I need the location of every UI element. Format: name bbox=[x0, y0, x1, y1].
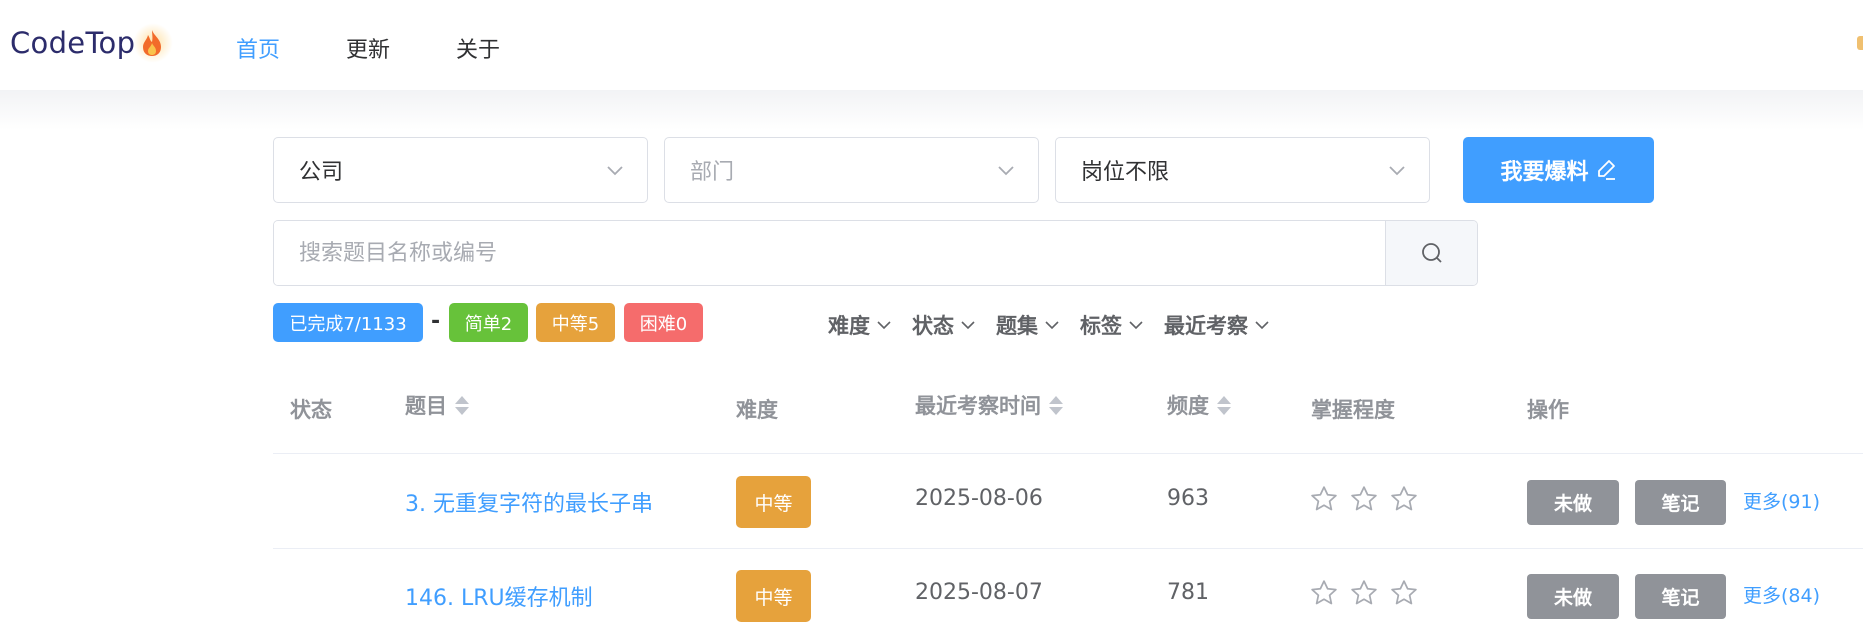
chevron-down-icon bbox=[607, 166, 623, 176]
hard-count: 困难0 bbox=[639, 313, 688, 335]
chevron-down-icon bbox=[877, 321, 891, 330]
report-button[interactable]: 我要爆料 bbox=[1463, 137, 1654, 203]
report-button-label: 我要爆料 bbox=[1500, 160, 1589, 185]
easy-tag: 简单2 bbox=[449, 303, 528, 342]
search-button[interactable] bbox=[1385, 221, 1477, 285]
medium-count: 中等5 bbox=[551, 313, 600, 335]
filter-tags[interactable]: 标签 bbox=[1080, 310, 1144, 340]
problem-title-link[interactable]: 146. LRU缓存机制 bbox=[405, 580, 593, 612]
star-icon[interactable] bbox=[1349, 578, 1379, 608]
sort-icon[interactable] bbox=[1049, 395, 1063, 415]
header-title[interactable]: 题目 bbox=[405, 390, 469, 420]
header-actions: 操作 bbox=[1527, 394, 1569, 424]
easy-count: 简单2 bbox=[464, 313, 513, 335]
flame-icon bbox=[133, 23, 174, 63]
filter-problemset[interactable]: 题集 bbox=[996, 310, 1060, 340]
completed-tag: 已完成7/1133 bbox=[273, 303, 423, 342]
header-actions-label: 操作 bbox=[1527, 398, 1569, 422]
header-shadow bbox=[0, 90, 1863, 130]
company-select[interactable]: 公司 bbox=[273, 137, 648, 203]
mark-todo-label: 未做 bbox=[1553, 493, 1592, 515]
difficulty-badge-label: 中等 bbox=[754, 586, 793, 609]
department-select[interactable]: 部门 bbox=[664, 137, 1039, 203]
filter-status-label: 状态 bbox=[912, 314, 954, 338]
filter-recent[interactable]: 最近考察 bbox=[1164, 310, 1270, 340]
star-icon[interactable] bbox=[1349, 484, 1379, 514]
sort-icon[interactable] bbox=[455, 395, 469, 415]
difficulty-badge-label: 中等 bbox=[754, 492, 793, 515]
mark-todo-button[interactable]: 未做 bbox=[1527, 480, 1619, 525]
last-seen-date: 2025-08-07 bbox=[915, 580, 1043, 605]
star-icon[interactable] bbox=[1389, 578, 1419, 608]
filter-difficulty-label: 难度 bbox=[828, 314, 870, 338]
filter-problemset-label: 题集 bbox=[996, 314, 1038, 338]
header-last-seen-label: 最近考察时间 bbox=[915, 394, 1041, 418]
notes-button[interactable]: 笔记 bbox=[1635, 480, 1726, 525]
notes-button[interactable]: 笔记 bbox=[1635, 574, 1726, 619]
difficulty-badge: 中等 bbox=[736, 570, 811, 622]
completed-count: 已完成7/1133 bbox=[289, 313, 407, 335]
top-header: CodeTop 首页 更新 关于 bbox=[0, 0, 1863, 90]
frequency-value: 963 bbox=[1167, 486, 1209, 511]
table-row: 3. 无重复字符的最长子串 中等 2025-08-06 963 未做 笔记 更多… bbox=[273, 455, 1863, 549]
frequency-value: 781 bbox=[1167, 580, 1209, 605]
mastery-rating[interactable] bbox=[1309, 578, 1419, 608]
search-input[interactable] bbox=[274, 221, 1386, 285]
notes-label: 笔记 bbox=[1661, 587, 1700, 609]
position-select-value: 岗位不限 bbox=[1081, 160, 1170, 185]
header-frequency[interactable]: 频度 bbox=[1167, 390, 1231, 420]
mark-todo-label: 未做 bbox=[1553, 587, 1592, 609]
chevron-down-icon bbox=[1129, 321, 1143, 330]
mastery-rating[interactable] bbox=[1309, 484, 1419, 514]
header-mastery-label: 掌握程度 bbox=[1311, 398, 1395, 422]
filter-status[interactable]: 状态 bbox=[912, 310, 976, 340]
position-select[interactable]: 岗位不限 bbox=[1055, 137, 1430, 203]
medium-tag: 中等5 bbox=[536, 303, 615, 342]
filter-menus: 难度 状态 题集 标签 最近考察 bbox=[828, 310, 1290, 340]
star-icon[interactable] bbox=[1309, 484, 1339, 514]
difficulty-badge: 中等 bbox=[736, 476, 811, 528]
chevron-down-icon bbox=[1255, 321, 1269, 330]
sort-icon[interactable] bbox=[1217, 395, 1231, 415]
star-icon[interactable] bbox=[1309, 578, 1339, 608]
filter-difficulty[interactable]: 难度 bbox=[828, 310, 892, 340]
hard-tag: 困难0 bbox=[624, 303, 703, 342]
stats-separator: - bbox=[431, 309, 441, 334]
header-last-seen[interactable]: 最近考察时间 bbox=[915, 390, 1063, 420]
header-status: 状态 bbox=[290, 394, 332, 424]
chevron-down-icon bbox=[1389, 166, 1405, 176]
nav-about[interactable]: 关于 bbox=[456, 32, 500, 64]
filter-recent-label: 最近考察 bbox=[1164, 314, 1248, 338]
company-select-value: 公司 bbox=[299, 160, 344, 185]
header-difficulty-label: 难度 bbox=[736, 398, 778, 422]
main-nav: 首页 更新 关于 bbox=[236, 32, 566, 64]
search-box bbox=[273, 220, 1478, 286]
header-mastery: 掌握程度 bbox=[1311, 394, 1395, 424]
last-seen-date: 2025-08-06 bbox=[915, 486, 1043, 511]
header-status-label: 状态 bbox=[290, 398, 332, 422]
search-icon bbox=[1421, 243, 1442, 263]
chevron-down-icon bbox=[961, 321, 975, 330]
corner-decoration bbox=[1857, 36, 1863, 50]
chevron-down-icon bbox=[1045, 321, 1059, 330]
nav-home[interactable]: 首页 bbox=[236, 32, 280, 64]
header-title-label: 题目 bbox=[405, 394, 447, 418]
edit-icon bbox=[1597, 160, 1615, 180]
problem-title-link[interactable]: 3. 无重复字符的最长子串 bbox=[405, 486, 653, 518]
notes-label: 笔记 bbox=[1661, 493, 1700, 515]
filter-tags-label: 标签 bbox=[1080, 314, 1122, 338]
department-select-placeholder: 部门 bbox=[690, 160, 735, 185]
logo[interactable]: CodeTop bbox=[10, 23, 174, 63]
logo-text: CodeTop bbox=[10, 26, 136, 60]
star-icon[interactable] bbox=[1389, 484, 1419, 514]
mark-todo-button[interactable]: 未做 bbox=[1527, 574, 1619, 619]
more-link[interactable]: 更多(84) bbox=[1743, 581, 1820, 608]
nav-updates[interactable]: 更新 bbox=[346, 32, 390, 64]
chevron-down-icon bbox=[998, 166, 1014, 176]
table-header: 状态 题目 难度 最近考察时间 频度 掌握程度 操作 bbox=[273, 370, 1863, 454]
more-link[interactable]: 更多(91) bbox=[1743, 487, 1820, 514]
table-row: 146. LRU缓存机制 中等 2025-08-07 781 未做 笔记 更多(… bbox=[273, 549, 1863, 633]
header-frequency-label: 频度 bbox=[1167, 394, 1209, 418]
header-difficulty: 难度 bbox=[736, 394, 778, 424]
